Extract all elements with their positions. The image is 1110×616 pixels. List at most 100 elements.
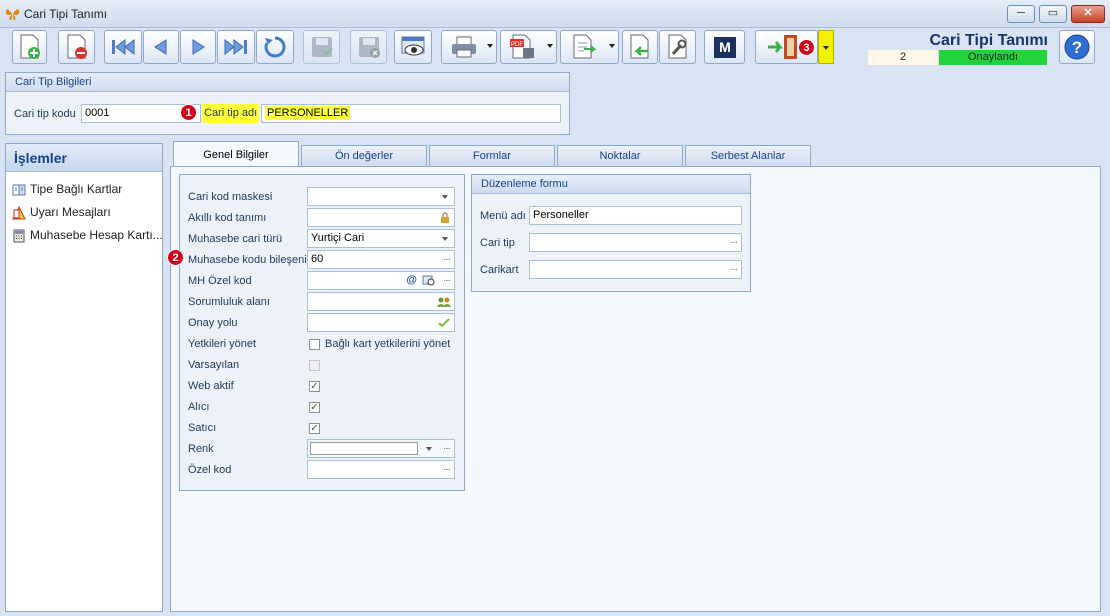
help-button[interactable]: ? <box>1059 30 1095 64</box>
islemler-title: İşlemler <box>6 144 162 172</box>
record-number: 2 <box>868 50 938 65</box>
preview-icon <box>401 36 425 56</box>
pdf-export-button[interactable]: PDF <box>500 30 557 64</box>
alici-checkbox[interactable]: ✓ <box>309 402 320 413</box>
mh-ozel-kod-input[interactable]: @ ··· <box>307 271 455 290</box>
previous-record-icon <box>154 39 167 55</box>
cari-tip-bilgileri-panel: Cari Tip Bilgileri Cari tip kodu 0001 Ca… <box>5 72 570 135</box>
menu-adi-label: Menü adı <box>480 210 526 222</box>
cari-kod-maskesi-select[interactable] <box>307 187 455 206</box>
sorumluluk-input[interactable] <box>307 292 455 311</box>
next-record-icon <box>192 39 205 55</box>
first-record-button[interactable] <box>104 30 142 64</box>
muhasebe-cari-turu-label: Muhasebe cari türü <box>188 233 283 245</box>
tab-genel-bilgiler[interactable]: Genel Bilgiler <box>173 141 299 168</box>
sorumluluk-label: Sorumluluk alanı <box>188 296 270 308</box>
settings-button[interactable] <box>659 30 696 64</box>
last-record-icon <box>224 38 247 56</box>
print-button[interactable] <box>441 30 497 64</box>
search-list-icon[interactable] <box>422 275 436 287</box>
previous-record-button[interactable] <box>143 30 179 64</box>
tab-on-degerler[interactable]: Ön değerler <box>301 145 427 167</box>
m-icon: M <box>714 37 736 58</box>
chevron-down-icon[interactable] <box>426 447 432 451</box>
islemler-panel: İşlemler Tipe Bağlı Kartlar Uyarı Mesajl… <box>5 143 163 612</box>
renk-picker[interactable]: ··· <box>307 439 455 458</box>
panel-heading: Cari Tip Bilgileri <box>6 73 569 92</box>
refresh-icon <box>264 36 286 58</box>
onay-yolu-label: Onay yolu <box>188 317 238 329</box>
delete-button[interactable] <box>58 30 95 64</box>
last-record-button[interactable] <box>217 30 255 64</box>
akilli-kod-input[interactable] <box>307 208 455 227</box>
carikart-label: Carikart <box>480 264 519 276</box>
side-item-label: Muhasebe Hesap Kartı... <box>30 228 163 242</box>
import-button[interactable] <box>622 30 658 64</box>
close-button[interactable]: ✕ <box>1071 5 1105 23</box>
menu-adi-input[interactable]: Personeller <box>529 206 742 225</box>
genel-bilgiler-group: Cari kod maskesi Akıllı kod tanımı Muhas… <box>179 174 465 491</box>
exit-dropdown-button[interactable] <box>818 30 834 64</box>
satici-checkbox[interactable]: ✓ <box>309 423 320 434</box>
preview-button[interactable] <box>394 30 432 64</box>
cari-tip-adi-input[interactable]: PERSONELLER <box>261 104 561 123</box>
ozel-kod-input[interactable]: ··· <box>307 460 455 479</box>
tab-noktalar[interactable]: Noktalar <box>557 145 683 167</box>
first-record-icon <box>112 38 135 56</box>
tab-serbest-alanlar[interactable]: Serbest Alanlar <box>685 145 811 167</box>
carikart-input[interactable]: ··· <box>529 260 742 279</box>
settings-icon <box>668 34 686 59</box>
users-icon[interactable] <box>437 296 451 308</box>
export-button[interactable] <box>560 30 619 64</box>
minimize-button[interactable]: ─ <box>1007 5 1035 23</box>
ellipsis-icon[interactable]: ··· <box>730 261 738 278</box>
cari-tip-adi-label: Cari tip adı <box>202 104 260 123</box>
cari-kod-maskesi-label: Cari kod maskesi <box>188 191 273 203</box>
web-aktif-checkbox[interactable]: ✓ <box>309 381 320 392</box>
checkmark-icon[interactable] <box>438 317 450 329</box>
cari-tip-input[interactable]: ··· <box>529 233 742 252</box>
ellipsis-icon[interactable]: ··· <box>730 234 738 251</box>
duzenleme-formu-panel: Düzenleme formu Menü adı Personeller Car… <box>471 174 751 292</box>
save-close-button[interactable] <box>350 30 387 64</box>
maximize-button[interactable]: ▭ <box>1039 5 1067 23</box>
cari-tip-label: Cari tip <box>480 237 515 249</box>
pdf-export-icon: PDF <box>510 34 534 59</box>
marker-3: 3 <box>798 39 815 56</box>
web-aktif-label: Web aktif <box>188 380 234 392</box>
onay-yolu-input[interactable] <box>307 313 455 332</box>
chevron-down-icon <box>442 237 448 241</box>
ellipsis-icon[interactable]: ··· <box>443 440 451 457</box>
muhasebe-cari-turu-select[interactable]: Yurtiçi Cari <box>307 229 455 248</box>
new-document-icon <box>20 34 40 59</box>
import-icon <box>630 34 649 59</box>
refresh-button[interactable] <box>256 30 294 64</box>
title-bar: Cari Tipi Tanımı ─ ▭ ✕ <box>0 0 1110 28</box>
linked-cards-icon <box>12 184 26 196</box>
delete-document-icon <box>67 34 87 59</box>
tab-formlar[interactable]: Formlar <box>429 145 555 167</box>
ellipsis-icon[interactable]: ··· <box>443 251 451 268</box>
side-item-uyari-mesajlari[interactable]: Uyarı Mesajları <box>12 205 111 225</box>
ellipsis-icon[interactable]: ··· <box>443 272 451 289</box>
akilli-kod-label: Akıllı kod tanımı <box>188 212 267 224</box>
muhasebe-kodu-bileseni-input[interactable]: 60 ··· <box>307 250 455 269</box>
ellipsis-icon[interactable]: ··· <box>443 461 451 478</box>
side-item-tipe-bagli-kartlar[interactable]: Tipe Bağlı Kartlar <box>12 182 122 202</box>
next-record-button[interactable] <box>180 30 216 64</box>
yetkileri-yonet-checkbox-label: Bağlı kart yetkilerini yönet <box>325 338 451 350</box>
accounting-card-icon <box>13 229 25 243</box>
marker-2: 2 <box>167 249 184 266</box>
warning-messages-icon <box>12 205 26 220</box>
varsayilan-checkbox[interactable] <box>309 360 320 371</box>
m-button[interactable]: M <box>704 30 745 64</box>
side-item-muhasebe-hesap-karti[interactable]: Muhasebe Hesap Kartı... <box>12 228 163 248</box>
yetkileri-yonet-checkbox[interactable] <box>309 339 320 350</box>
varsayilan-label: Varsayılan <box>188 359 240 371</box>
satici-label: Satıcı <box>188 422 217 434</box>
new-button[interactable] <box>12 30 47 64</box>
print-icon <box>451 36 476 58</box>
at-icon[interactable]: @ <box>406 272 417 289</box>
save-button[interactable] <box>303 30 340 64</box>
export-icon <box>573 34 597 59</box>
